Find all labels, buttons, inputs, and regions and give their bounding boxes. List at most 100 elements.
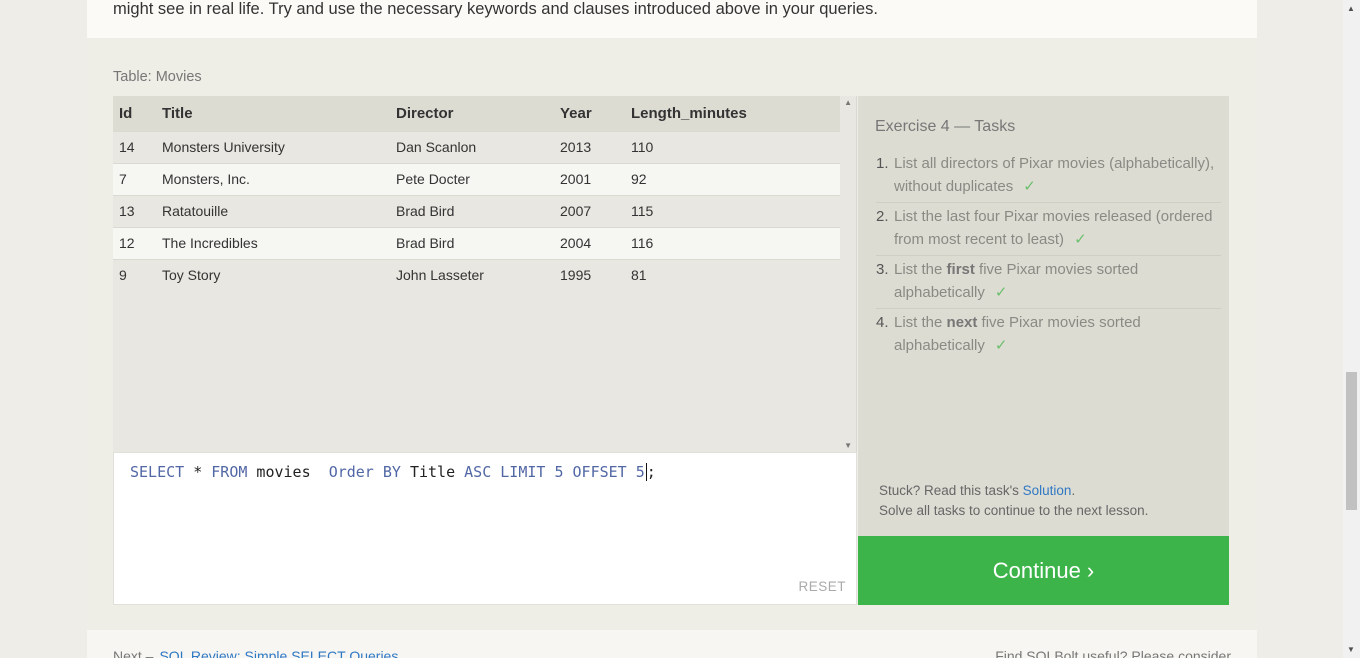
reset-button[interactable]: RESET bbox=[798, 579, 846, 594]
cell-id: 13 bbox=[113, 194, 156, 227]
task-text-part: List all directors of Pixar movies (alph… bbox=[894, 155, 1215, 195]
cell-director: Dan Scanlon bbox=[390, 130, 554, 163]
table-header-row: Id Title Director Year Length_minutes bbox=[113, 96, 840, 131]
sql-keyword: SELECT bbox=[130, 463, 185, 481]
task-number: 1. bbox=[876, 155, 889, 172]
solution-link[interactable]: Solution bbox=[1023, 483, 1072, 498]
task-number: 3. bbox=[876, 261, 889, 278]
cell-length: 81 bbox=[625, 258, 840, 291]
task-text-part: List the last four Pixar movies released… bbox=[894, 208, 1213, 248]
results-table-container[interactable]: Id Title Director Year Length_minutes 14… bbox=[113, 96, 857, 452]
checkmark-icon: ✓ bbox=[1074, 230, 1087, 248]
task-text-part: List the bbox=[894, 314, 947, 331]
scroll-down-arrow-icon[interactable]: ▼ bbox=[1347, 645, 1355, 654]
table-row: 14 Monsters University Dan Scanlon 2013 … bbox=[113, 130, 840, 163]
hint-prefix: Stuck? Read this task's bbox=[879, 483, 1023, 498]
task-item: 1. List all directors of Pixar movies (a… bbox=[876, 150, 1221, 203]
table-scroll-down-icon[interactable]: ▼ bbox=[844, 441, 852, 450]
cell-length: 110 bbox=[625, 130, 840, 163]
footer: Next – SQL Review: Simple SELECT Queries … bbox=[87, 630, 1257, 658]
lesson-page: might see in real life. Try and use the … bbox=[87, 0, 1257, 658]
sql-text: Title bbox=[400, 463, 465, 481]
column-header-director: Director bbox=[390, 96, 554, 131]
scrollbar-thumb[interactable] bbox=[1346, 372, 1357, 510]
page-scrollbar[interactable]: ▲ ▼ bbox=[1343, 0, 1360, 658]
sql-number: 5 bbox=[554, 463, 564, 481]
cell-title: Monsters University bbox=[156, 130, 390, 163]
hint-line-two: Solve all tasks to continue to the next … bbox=[879, 503, 1149, 518]
next-lesson-link[interactable]: SQL Review: Simple SELECT Queries bbox=[159, 648, 398, 658]
sql-keyword: Order bbox=[328, 463, 374, 481]
sql-text: * bbox=[184, 463, 212, 481]
cell-id: 9 bbox=[113, 258, 156, 291]
next-prefix: Next – bbox=[113, 648, 154, 658]
cell-id: 14 bbox=[113, 130, 156, 163]
task-text-part: List the bbox=[894, 261, 947, 278]
tasks-title: Exercise 4 — Tasks bbox=[875, 118, 1016, 135]
task-item: 2. List the last four Pixar movies relea… bbox=[876, 203, 1221, 256]
column-header-length: Length_minutes bbox=[625, 96, 840, 131]
exercise-section: Table: Movies Id Title Director Year Len… bbox=[87, 38, 1257, 630]
cell-id: 12 bbox=[113, 226, 156, 259]
task-text: List the last four Pixar movies released… bbox=[894, 206, 1221, 251]
checkmark-icon: ✓ bbox=[994, 283, 1008, 301]
task-text: List all directors of Pixar movies (alph… bbox=[894, 153, 1221, 198]
table-caption: Table: Movies bbox=[113, 69, 202, 85]
table-row: 9 Toy Story John Lasseter 1995 81 bbox=[113, 258, 840, 291]
cell-year: 2007 bbox=[554, 194, 625, 227]
cell-year: 2004 bbox=[554, 226, 625, 259]
sql-query-text[interactable]: SELECT * FROM movies Order BY Title ASC … bbox=[130, 463, 656, 481]
sql-keyword: BY bbox=[382, 463, 401, 481]
cell-year: 2001 bbox=[554, 162, 625, 195]
cell-title: The Incredibles bbox=[156, 226, 390, 259]
sql-keyword: FROM bbox=[211, 463, 248, 481]
tasks-list: 1. List all directors of Pixar movies (a… bbox=[876, 150, 1221, 361]
cell-director: John Lasseter bbox=[390, 258, 554, 291]
checkmark-icon: ✓ bbox=[1023, 177, 1036, 195]
task-text: List the first five Pixar movies sorted … bbox=[894, 259, 1221, 304]
sql-text: movies bbox=[247, 463, 329, 481]
task-item: 4. List the next five Pixar movies sorte… bbox=[876, 309, 1221, 361]
sql-keyword: ASC bbox=[464, 463, 492, 481]
cell-title: Toy Story bbox=[156, 258, 390, 291]
intro-section: might see in real life. Try and use the … bbox=[87, 0, 1257, 38]
table-row: 12 The Incredibles Brad Bird 2004 116 bbox=[113, 226, 840, 259]
cell-year: 1995 bbox=[554, 258, 625, 291]
cell-title: Monsters, Inc. bbox=[156, 162, 390, 195]
sql-keyword: OFFSET bbox=[572, 463, 627, 481]
sql-query-editor[interactable]: SELECT * FROM movies Order BY Title ASC … bbox=[113, 452, 857, 605]
column-header-year: Year bbox=[554, 96, 625, 131]
column-header-id: Id bbox=[113, 96, 156, 131]
sql-keyword: LIMIT bbox=[500, 463, 546, 481]
task-number: 2. bbox=[876, 208, 889, 225]
cell-length: 92 bbox=[625, 162, 840, 195]
sql-number: 5 bbox=[635, 463, 645, 481]
task-number: 4. bbox=[876, 314, 889, 331]
next-lesson: Next – SQL Review: Simple SELECT Queries bbox=[113, 648, 398, 658]
scroll-up-arrow-icon[interactable]: ▲ bbox=[1347, 4, 1355, 13]
table-row: 7 Monsters, Inc. Pete Docter 2001 92 bbox=[113, 162, 840, 195]
cell-id: 7 bbox=[113, 162, 156, 195]
tasks-panel: Exercise 4 — Tasks 1. List all directors… bbox=[858, 96, 1229, 536]
task-text-emphasis: first bbox=[946, 261, 975, 278]
hint-suffix: . bbox=[1071, 483, 1076, 498]
column-header-title: Title bbox=[156, 96, 390, 131]
cell-length: 115 bbox=[625, 194, 840, 227]
intro-text: might see in real life. Try and use the … bbox=[113, 0, 878, 18]
cell-length: 116 bbox=[625, 226, 840, 259]
task-text-emphasis: next bbox=[946, 314, 978, 331]
results-table: Id Title Director Year Length_minutes 14… bbox=[113, 96, 840, 291]
continue-button[interactable]: Continue › bbox=[858, 536, 1229, 605]
task-text: List the next five Pixar movies sorted a… bbox=[894, 312, 1221, 357]
table-row: 13 Ratatouille Brad Bird 2007 115 bbox=[113, 194, 840, 227]
cell-title: Ratatouille bbox=[156, 194, 390, 227]
task-item: 3. List the first five Pixar movies sort… bbox=[876, 256, 1221, 309]
cell-director: Brad Bird bbox=[390, 226, 554, 259]
table-scroll-up-icon[interactable]: ▲ bbox=[844, 98, 852, 107]
checkmark-icon: ✓ bbox=[994, 336, 1008, 354]
hint-text: Stuck? Read this task's Solution. Solve … bbox=[879, 481, 1148, 521]
